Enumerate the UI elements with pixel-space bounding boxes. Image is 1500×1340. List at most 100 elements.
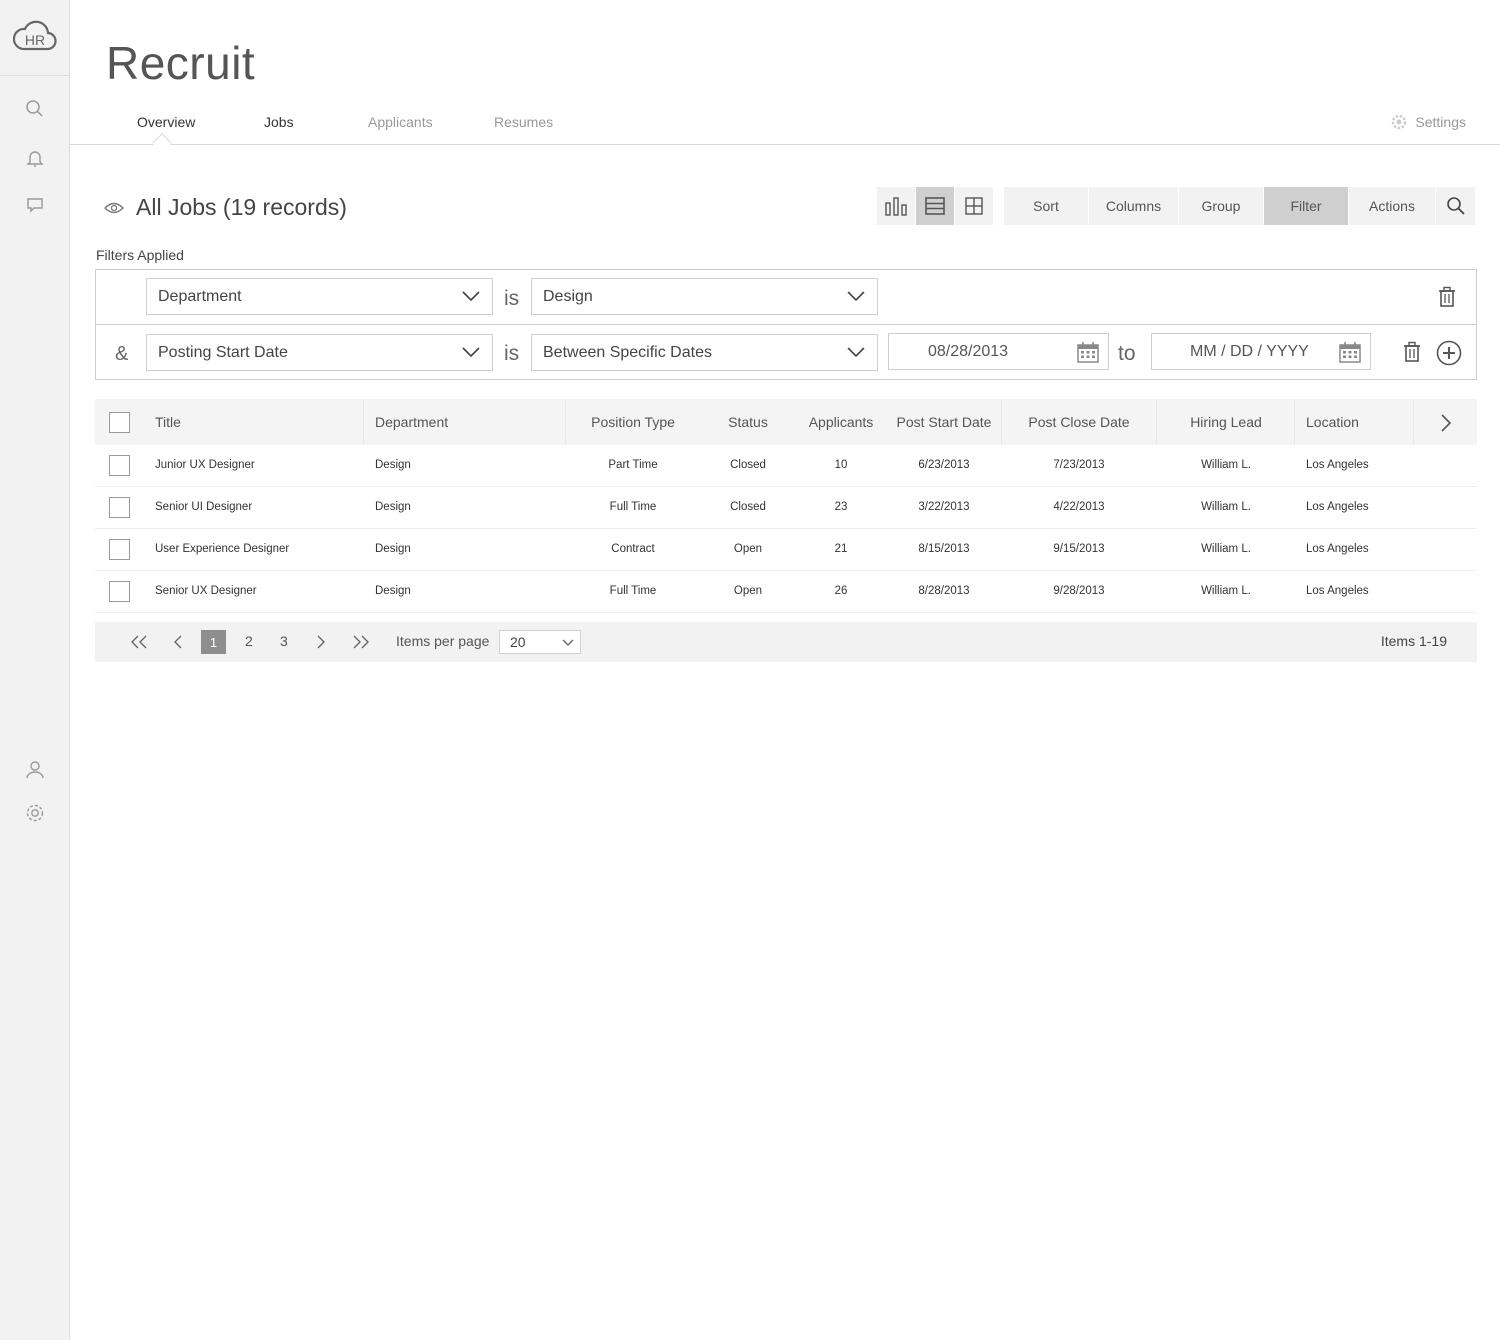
hr-cloud-logo-icon: HR	[13, 20, 57, 51]
tab-resumes[interactable]: Resumes	[494, 114, 553, 130]
column-header-location[interactable]: Location	[1306, 414, 1359, 430]
search-button[interactable]	[1436, 187, 1475, 225]
cell-hiring-lead: William L.	[1201, 543, 1251, 555]
actions-button[interactable]: Actions	[1349, 187, 1435, 225]
row-checkbox[interactable]	[109, 581, 130, 602]
grid-view-button[interactable]	[955, 187, 993, 225]
cell-title: Senior UX Designer	[155, 585, 257, 597]
row-checkbox[interactable]	[109, 455, 130, 476]
start-date-input[interactable]: 08/28/2013	[888, 333, 1109, 370]
page-3-button[interactable]: 3	[280, 633, 288, 649]
filter-button[interactable]: Filter	[1264, 187, 1348, 225]
end-date-input[interactable]: MM / DD / YYYY	[1151, 333, 1371, 370]
cell-post-start-date: 3/22/2013	[918, 501, 970, 513]
search-icon	[1446, 197, 1465, 215]
column-divider	[1001, 399, 1002, 445]
gear-icon[interactable]	[24, 802, 46, 824]
actions-bar: Sort Columns Group Filter Actions	[1004, 187, 1475, 225]
cell-post-start-date: 8/15/2013	[918, 543, 970, 555]
cell-post-close-date: 4/22/2013	[1053, 501, 1105, 513]
add-filter-icon[interactable]	[1436, 340, 1462, 366]
table-row[interactable]: User Experience Designer Design Contract…	[95, 529, 1477, 571]
tab-applicants[interactable]: Applicants	[368, 114, 433, 130]
tab-overview[interactable]: Overview	[137, 114, 195, 130]
prev-page-icon[interactable]	[173, 635, 183, 649]
cell-hiring-lead: William L.	[1201, 585, 1251, 597]
chevron-down-icon	[847, 347, 865, 358]
tab-jobs[interactable]: Jobs	[264, 114, 294, 130]
page-title: All Jobs (19 records)	[136, 194, 347, 220]
cell-location: Los Angeles	[1306, 501, 1369, 513]
column-header-title[interactable]: Title	[155, 414, 181, 430]
trash-icon[interactable]	[1402, 341, 1422, 363]
page-2-button[interactable]: 2	[245, 633, 253, 649]
group-button[interactable]: Group	[1179, 187, 1263, 225]
calendar-icon[interactable]	[1339, 341, 1361, 363]
svg-text:HR: HR	[25, 32, 45, 48]
last-page-icon[interactable]	[352, 635, 370, 649]
first-page-icon[interactable]	[130, 635, 148, 649]
settings-label: Settings	[1415, 114, 1466, 130]
items-per-page-label: Items per page	[396, 633, 490, 649]
column-header-post-close-date[interactable]: Post Close Date	[1028, 414, 1129, 430]
filter-value-select-2[interactable]: Between Specific Dates	[531, 334, 878, 371]
cell-post-start-date: 6/23/2013	[918, 459, 970, 471]
cell-position-type: Contract	[611, 543, 655, 555]
cell-position-type: Part Time	[608, 459, 658, 471]
column-divider	[1294, 399, 1295, 445]
user-icon[interactable]	[24, 759, 46, 781]
chat-icon[interactable]	[24, 194, 46, 216]
chart-view-button[interactable]	[877, 187, 915, 225]
column-header-position-type[interactable]: Position Type	[591, 414, 675, 430]
filter-field-select[interactable]: Department	[146, 278, 493, 315]
cell-status: Open	[733, 585, 763, 597]
cell-department: Design	[375, 501, 411, 513]
cell-post-close-date: 9/28/2013	[1053, 585, 1105, 597]
sort-button[interactable]: Sort	[1004, 187, 1088, 225]
filter-field-select-2[interactable]: Posting Start Date	[146, 334, 493, 371]
cell-department: Design	[375, 543, 411, 555]
gear-icon	[1392, 114, 1407, 130]
table-row[interactable]: Senior UI Designer Design Full Time Clos…	[95, 487, 1477, 529]
select-all-checkbox[interactable]	[109, 412, 130, 433]
cell-hiring-lead: William L.	[1201, 459, 1251, 471]
filter-row-divider	[96, 324, 1476, 325]
filter-panel: Department is Design & Posting Start Dat…	[95, 269, 1477, 380]
list-view-icon	[925, 197, 945, 215]
tab-bar: Overview Jobs Applicants Resumes Setting…	[70, 100, 1500, 153]
columns-button[interactable]: Columns	[1089, 187, 1178, 225]
column-header-hiring-lead[interactable]: Hiring Lead	[1190, 414, 1262, 430]
items-per-page-value: 20	[510, 634, 526, 650]
cell-position-type: Full Time	[609, 501, 657, 513]
column-header-applicants[interactable]: Applicants	[809, 414, 874, 430]
trash-icon[interactable]	[1437, 286, 1457, 308]
bell-icon[interactable]	[24, 147, 46, 169]
row-checkbox[interactable]	[109, 497, 130, 518]
cell-applicants: 10	[834, 459, 848, 471]
jobs-table: Title Department Position Type Status Ap…	[95, 399, 1477, 613]
next-page-icon[interactable]	[316, 635, 326, 649]
column-header-status[interactable]: Status	[728, 414, 768, 430]
filter-field-value-2: Posting Start Date	[158, 343, 288, 361]
page-1-button[interactable]: 1	[201, 630, 226, 654]
settings-link[interactable]: Settings	[1391, 114, 1466, 130]
column-divider	[1413, 399, 1414, 445]
filter-value-select[interactable]: Design	[531, 278, 878, 315]
chevron-right-icon[interactable]	[1439, 414, 1453, 432]
table-row[interactable]: Junior UX Designer Design Part Time Clos…	[95, 445, 1477, 487]
row-checkbox[interactable]	[109, 539, 130, 560]
eye-icon[interactable]	[104, 201, 124, 215]
cell-post-close-date: 9/15/2013	[1053, 543, 1105, 555]
items-per-page-select[interactable]: 20	[499, 630, 581, 654]
logo[interactable]: HR	[0, 0, 69, 76]
column-header-department[interactable]: Department	[375, 414, 448, 430]
list-view-button[interactable]	[916, 187, 954, 225]
calendar-icon[interactable]	[1077, 341, 1099, 363]
filter-value-text-2: Between Specific Dates	[543, 343, 712, 361]
items-range-info: Items 1-19	[1380, 633, 1447, 649]
column-header-post-start-date[interactable]: Post Start Date	[897, 414, 992, 430]
cell-post-close-date: 7/23/2013	[1053, 459, 1105, 471]
grid-view-icon	[965, 197, 983, 215]
table-row[interactable]: Senior UX Designer Design Full Time Open…	[95, 571, 1477, 613]
search-icon[interactable]	[24, 98, 46, 120]
